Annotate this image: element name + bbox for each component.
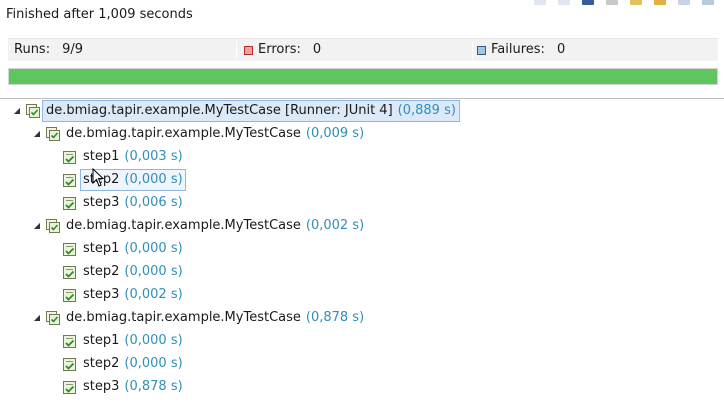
tree-test[interactable]: step1 (0,003 s) (63, 147, 183, 167)
row-text: step1 (0,000 s) (83, 331, 183, 351)
tree-test[interactable]: step1 (0,000 s) (63, 239, 183, 259)
test-name: de.bmiag.tapir.example.MyTestCase [Runne… (46, 103, 393, 118)
tree-suite[interactable]: ◢ de.bmiag.tapir.example.MyTestCase (0,009… (32, 124, 364, 144)
row-text: step2 (0,000 s) (83, 262, 183, 282)
tree-test[interactable]: step1 (0,000 s) (63, 331, 183, 351)
test-duration: (0,000 s) (124, 356, 183, 371)
test-duration: (0,003 s) (124, 149, 183, 164)
collapse-arrow-icon[interactable]: ◢ (12, 106, 22, 116)
stop-icon[interactable] (678, 0, 690, 5)
error-icon (244, 45, 253, 55)
tree-test[interactable]: step2 (0,000 s) (63, 354, 183, 374)
row-text: step1 (0,003 s) (83, 147, 183, 167)
next-failure-icon[interactable] (534, 0, 546, 5)
test-name: step1 (83, 149, 120, 164)
test-passed-icon (63, 357, 77, 371)
row-text: step3 (0,002 s) (83, 285, 183, 305)
runs-value: 9/9 (62, 42, 84, 57)
test-passed-icon (63, 288, 77, 302)
failures-counter: Failures: 0 (477, 39, 565, 61)
test-duration: (0,000 s) (124, 333, 183, 348)
scroll-lock-icon[interactable] (606, 0, 618, 5)
test-name: step3 (83, 287, 120, 302)
tree-test[interactable]: step3 (0,878 s) (63, 377, 183, 397)
collapse-arrow-icon[interactable]: ◢ (32, 221, 42, 231)
test-passed-icon (63, 380, 77, 394)
separator (0, 98, 724, 99)
test-suite-passed-icon (46, 311, 60, 325)
runs-label: Runs: (14, 42, 51, 57)
test-name: de.bmiag.tapir.example.MyTestCase (66, 218, 301, 233)
test-name: step1 (83, 241, 120, 256)
test-duration: (0,000 s) (124, 241, 183, 256)
row-text: step3 (0,006 s) (83, 193, 183, 213)
test-duration: (0,006 s) (124, 195, 183, 210)
rerun-icon[interactable] (630, 0, 642, 5)
failures-label: Failures: (491, 42, 545, 57)
test-name: step2 (83, 356, 120, 371)
test-passed-icon (63, 334, 77, 348)
failures-value: 0 (556, 42, 566, 57)
errors-label: Errors: (258, 42, 301, 57)
errors-value: 0 (312, 42, 322, 57)
tree-root[interactable]: ◢ de.bmiag.tapir.example.MyTestCase [Runn… (12, 100, 460, 122)
test-name: step3 (83, 379, 120, 394)
errors-counter: Errors: 0 (244, 39, 321, 61)
collapse-arrow-icon[interactable]: ◢ (32, 129, 42, 139)
test-name: step3 (83, 195, 120, 210)
test-suite-passed-icon (26, 104, 40, 118)
test-name: step2 (83, 264, 120, 279)
test-name: step1 (83, 333, 120, 348)
status-message: Finished after 1,009 seconds (6, 7, 193, 22)
mouse-cursor-icon (92, 168, 105, 187)
test-duration: (0,009 s) (305, 126, 365, 141)
counters-bar: Runs: 9/9 Errors: 0 Failures: 0 (8, 38, 718, 61)
test-suite-passed-icon (46, 127, 60, 141)
test-suite-passed-icon (46, 219, 60, 233)
row-text: step3 (0,878 s) (83, 377, 183, 397)
progress-bar (8, 68, 718, 85)
toolbar (534, 0, 714, 7)
test-duration: (0,889 s) (397, 103, 456, 118)
tree-suite[interactable]: ◢ de.bmiag.tapir.example.MyTestCase (0,878… (32, 308, 364, 328)
test-passed-icon (63, 150, 77, 164)
test-passed-icon (63, 196, 77, 210)
test-duration: (0,878 s) (305, 310, 365, 325)
row-text: de.bmiag.tapir.example.MyTestCase (0,002 … (66, 216, 364, 236)
tree-test[interactable]: step2 (0,000 s) (63, 262, 183, 282)
test-duration: (0,000 s) (124, 264, 183, 279)
test-duration: (0,878 s) (124, 379, 183, 394)
test-duration: (0,002 s) (305, 218, 365, 233)
tree-test[interactable]: step3 (0,006 s) (63, 193, 183, 213)
rerun-failed-icon[interactable] (654, 0, 666, 5)
failure-icon (477, 45, 486, 55)
row-text: step2 (0,000 s) (83, 354, 183, 374)
row-text: de.bmiag.tapir.example.MyTestCase (0,009 … (66, 124, 364, 144)
tree-suite[interactable]: ◢ de.bmiag.tapir.example.MyTestCase (0,002… (32, 216, 364, 236)
test-passed-icon (63, 173, 77, 187)
test-passed-icon (63, 265, 77, 279)
progress-fill (9, 69, 717, 84)
test-name: de.bmiag.tapir.example.MyTestCase (66, 126, 301, 141)
collapse-arrow-icon[interactable]: ◢ (32, 313, 42, 323)
row-text: de.bmiag.tapir.example.MyTestCase (0,878 … (66, 308, 364, 328)
test-passed-icon (63, 242, 77, 256)
previous-failure-icon[interactable] (558, 0, 570, 5)
show-failures-only-icon[interactable] (582, 0, 594, 5)
runs-counter: Runs: 9/9 (14, 39, 83, 61)
row-text: de.bmiag.tapir.example.MyTestCase [Runne… (42, 100, 460, 122)
history-icon[interactable] (702, 0, 714, 5)
test-duration: (0,002 s) (124, 287, 183, 302)
tree-test[interactable]: step2 (0,000 s) (63, 169, 186, 191)
test-duration: (0,000 s) (124, 172, 183, 187)
tree-test[interactable]: step3 (0,002 s) (63, 285, 183, 305)
test-name: de.bmiag.tapir.example.MyTestCase (66, 310, 301, 325)
row-text: step1 (0,000 s) (83, 239, 183, 259)
